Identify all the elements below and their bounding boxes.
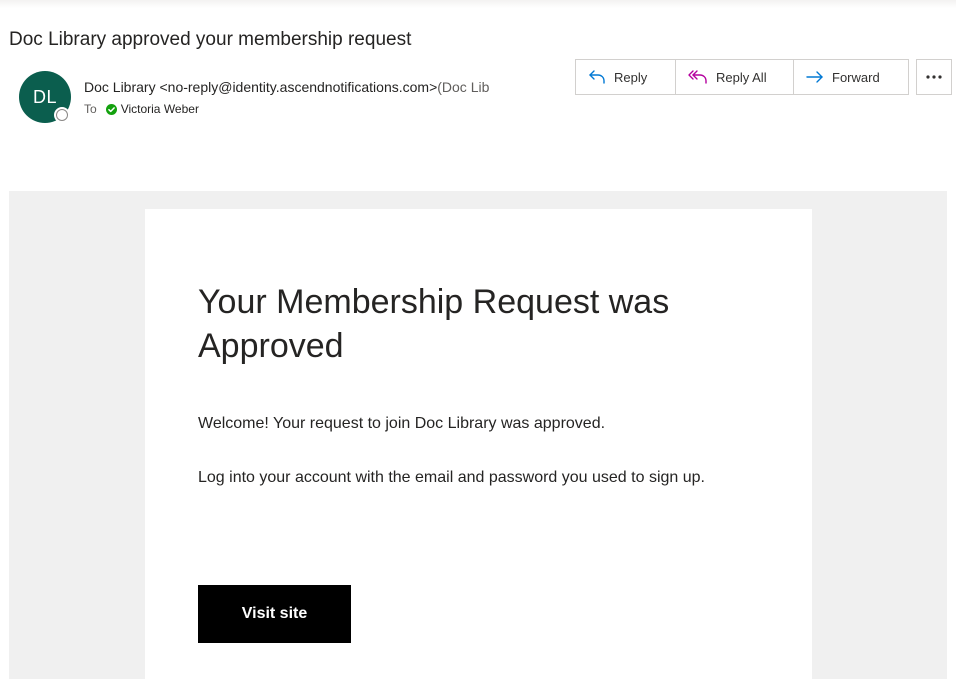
email-paragraph-welcome: Welcome! Your request to join Doc Librar… xyxy=(198,415,606,432)
more-actions-button[interactable] xyxy=(916,59,952,95)
sender-line[interactable]: Doc Library <no-reply@identity.ascendnot… xyxy=(84,79,554,95)
sender-name: Doc Library xyxy=(84,79,156,95)
email-reading-pane: Doc Library approved your membership req… xyxy=(0,0,956,679)
reply-button[interactable]: Reply xyxy=(576,60,676,94)
presence-status-icon xyxy=(54,107,70,123)
visit-site-button[interactable]: Visit site xyxy=(198,585,351,643)
sender-address-extra: (Doc Lib xyxy=(437,79,490,95)
email-paragraph-login: Log into your account with the email and… xyxy=(198,469,705,486)
verified-check-icon xyxy=(105,103,117,115)
message-actions-toolbar: Reply Reply All Forward xyxy=(575,59,909,95)
reply-arrow-icon xyxy=(589,70,605,84)
reply-all-label: Reply All xyxy=(716,69,767,85)
presence-dot xyxy=(56,109,68,121)
avatar-initials: DL xyxy=(32,86,57,107)
sender-address: <no-reply@identity.ascendnotifications.c… xyxy=(159,79,438,95)
reply-all-button[interactable]: Reply All xyxy=(676,60,794,94)
recipient-chip[interactable]: Victoria Weber xyxy=(105,102,199,116)
email-subject: Doc Library approved your membership req… xyxy=(9,29,412,50)
email-heading: Your Membership Request was Approved xyxy=(198,283,670,365)
more-dots-icon xyxy=(926,75,942,79)
forward-arrow-icon xyxy=(806,71,823,83)
recipient-name: Victoria Weber xyxy=(120,102,199,116)
to-label: To xyxy=(84,102,97,116)
top-edge-divider xyxy=(0,0,956,8)
reply-all-arrow-icon xyxy=(688,70,707,84)
forward-label: Forward xyxy=(832,69,880,85)
reply-label: Reply xyxy=(614,69,648,85)
to-line: To Victoria Weber xyxy=(84,102,199,116)
email-content-card: Your Membership Request was Approved Wel… xyxy=(145,209,812,679)
forward-button[interactable]: Forward xyxy=(794,60,908,94)
